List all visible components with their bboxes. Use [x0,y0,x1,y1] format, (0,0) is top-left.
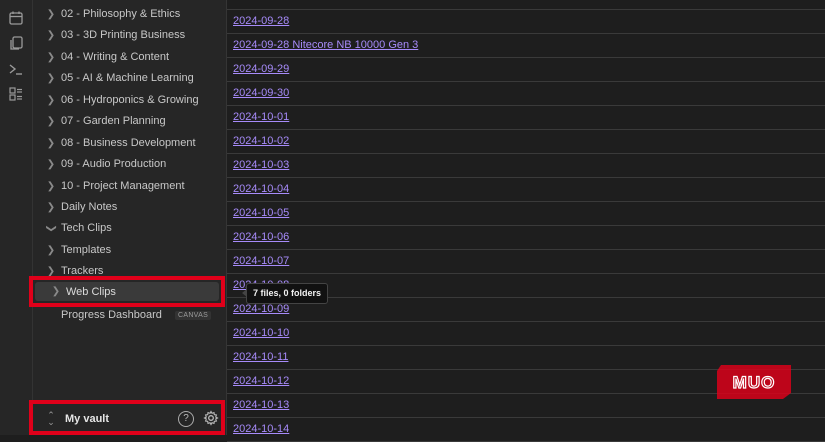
list-item: 2024-10-14 [227,418,825,442]
note-link[interactable]: 2024-09-28 Nitecore NB 10000 Gen 3 [233,39,418,51]
list-item: 2024-10-10 [227,322,825,346]
folder-item[interactable]: ❯ 02 - Philosophy & Ethics [45,4,180,24]
folder-item-web-clips[interactable]: ❯ Web Clips [35,282,219,301]
chevron-right-icon: ❯ [46,94,56,106]
note-link[interactable]: 2024-10-14 [233,423,289,435]
vault-switcher-highlight: ⌃ ⌄ My vault ? [29,400,225,435]
chevron-right-icon: ❯ [46,51,56,63]
note-link[interactable]: 2024-10-07 [233,255,289,267]
list-item: 2024-10-07 [227,250,825,274]
note-link[interactable]: 2024-09-29 [233,63,289,75]
note-link[interactable]: 2024-10-01 [233,111,289,123]
terminal-icon[interactable] [8,61,24,77]
list-header-fragment [227,0,825,10]
folder-item[interactable]: ❯ 08 - Business Development [45,133,196,153]
list-icon[interactable] [8,86,24,102]
note-link[interactable]: 2024-10-02 [233,135,289,147]
chevron-right-icon: ❯ [46,137,56,149]
chevron-right-icon: ❯ [46,201,56,213]
vault-name[interactable]: My vault [65,413,109,425]
chevron-right-icon: ❯ [46,8,56,20]
list-item: 2024-10-03 [227,154,825,178]
list-item: 2024-10-06 [227,226,825,250]
note-link[interactable]: 2024-09-30 [233,87,289,99]
chevron-right-icon: ❯ [46,115,56,127]
progress-dashboard-item[interactable]: Progress Dashboard [61,305,162,325]
note-link[interactable]: 2024-10-12 [233,375,289,387]
list-item: 2024-10-01 [227,106,825,130]
gear-icon[interactable] [203,410,219,426]
chevron-right-icon: ❯ [46,72,56,84]
note-link[interactable]: 2024-10-10 [233,327,289,339]
chevron-right-icon: ❯ [46,180,56,192]
file-explorer-sidebar: ❯ 02 - Philosophy & Ethics ❯ 03 - 3D Print… [33,0,227,435]
calendar-icon[interactable] [8,10,24,26]
list-item: 2024-09-30 [227,82,825,106]
chevron-right-icon: ❯ [46,29,56,41]
list-item: 2024-10-05 [227,202,825,226]
left-ribbon [0,0,33,435]
list-item: 2024-09-29 [227,58,825,82]
note-link[interactable]: 2024-10-06 [233,231,289,243]
note-link[interactable]: 2024-09-28 [233,15,289,27]
chevron-right-icon: ❯ [51,286,61,297]
chevron-right-icon: ❯ [46,158,56,170]
note-link[interactable]: 2024-10-13 [233,399,289,411]
web-clips-highlight: ❯ Web Clips [29,276,225,307]
folder-item[interactable]: ❯ Tech Clips [45,218,112,238]
folder-item[interactable]: ❯ 07 - Garden Planning [45,111,166,131]
canvas-badge: CANVAS [175,311,212,320]
chevron-down-icon: ❯ [45,223,57,233]
note-link[interactable]: 2024-10-05 [233,207,289,219]
folder-item[interactable]: ❯ Templates [45,240,111,260]
folder-item[interactable]: ❯ 09 - Audio Production [45,154,166,174]
note-link[interactable]: 2024-10-11 [233,351,288,363]
files-icon[interactable] [8,35,24,51]
folder-item[interactable]: ❯ 06 - Hydroponics & Growing [45,90,199,110]
help-icon[interactable]: ? [178,411,194,427]
list-item: 2024-09-28 Nitecore NB 10000 Gen 3 [227,34,825,58]
folder-info-tooltip: 7 files, 0 folders [241,283,329,304]
folder-item[interactable]: ❯ 05 - AI & Machine Learning [45,68,194,88]
folder-item[interactable]: ❯ 10 - Project Management [45,176,185,196]
folder-item[interactable]: ❯ Daily Notes [45,197,117,217]
svg-text:MUO: MUO [733,373,776,392]
chevron-right-icon: ❯ [46,265,56,277]
note-link[interactable]: 2024-10-04 [233,183,289,195]
muo-watermark-logo: MUO [717,365,791,399]
note-link[interactable]: 2024-10-09 [233,303,289,315]
folder-item[interactable]: ❯ 04 - Writing & Content [45,47,169,67]
list-item: 2024-10-04 [227,178,825,202]
switch-vault-icon[interactable]: ⌃ ⌄ [47,411,55,427]
list-item: 2024-09-28 [227,10,825,34]
folder-item[interactable]: ❯ 03 - 3D Printing Business [45,25,185,45]
chevron-right-icon: ❯ [46,244,56,256]
list-item: 2024-10-02 [227,130,825,154]
note-link[interactable]: 2024-10-03 [233,159,289,171]
